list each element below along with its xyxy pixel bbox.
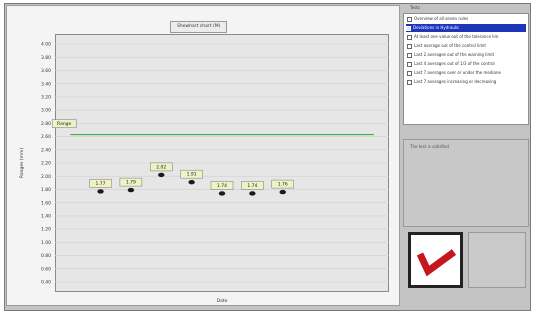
data-point	[97, 189, 104, 194]
data-label: 1.76	[278, 182, 288, 188]
data-label: 1.74	[217, 183, 227, 189]
test-label: Last 4 averages out of 1/3 of the contro…	[414, 61, 495, 66]
data-label: 1.79	[126, 180, 136, 186]
tests-list[interactable]: Overview of all seven rules Deviations in…	[403, 13, 529, 125]
y-tick-label: 3.20	[41, 94, 51, 100]
test-checkbox[interactable]	[407, 52, 412, 58]
test-checkbox[interactable]	[407, 16, 412, 22]
test-item[interactable]: At least one value out of the tolerance …	[407, 33, 498, 41]
range-label: Range	[57, 121, 71, 127]
y-tick-label: 2.80	[41, 121, 51, 127]
y-tick-label: 0.40	[41, 280, 51, 286]
test-label: Last average out of the control limit	[414, 43, 486, 48]
y-tick-label: 0.60	[41, 266, 51, 272]
data-label: 1.91	[187, 172, 197, 178]
test-checkbox[interactable]	[407, 79, 412, 85]
tests-header: Tests	[410, 5, 420, 10]
test-checkbox[interactable]	[407, 34, 412, 40]
y-tick-label: 3.00	[41, 108, 51, 114]
test-label: Last 7 averages increasing or decreasing	[414, 79, 497, 84]
check-icon	[416, 249, 457, 277]
y-tick-label: 4.00	[41, 42, 51, 48]
y-tick-label: 1.20	[41, 227, 51, 233]
data-point	[279, 189, 286, 195]
test-label: At least one value out of the tolerance …	[414, 34, 499, 39]
y-tick-label: 3.80	[41, 55, 51, 61]
result-text-box: The test is satisfied	[403, 139, 529, 227]
test-checkbox[interactable]	[407, 43, 412, 49]
test-label: Deviations in Hydraulic	[413, 25, 460, 30]
y-tick-label: 1.00	[41, 240, 51, 246]
secondary-status-box	[468, 232, 526, 288]
y-axis-label: Ranges (mm)	[19, 148, 25, 179]
test-label: Overview of all seven rules	[414, 16, 469, 21]
y-tick-label: 2.40	[41, 147, 51, 153]
test-label: Last 7 averages over or under the median…	[414, 70, 501, 75]
data-point	[127, 187, 135, 193]
data-label: 1.74	[247, 183, 257, 189]
y-tick-label: 2.20	[41, 161, 51, 167]
test-label: Last 2 averages out of the warning limit	[414, 52, 495, 57]
data-point	[249, 191, 256, 196]
status-indicator	[408, 232, 463, 288]
test-item[interactable]: Last average out of the control limit	[407, 42, 486, 50]
test-item[interactable]: Overview of all seven rules	[407, 15, 468, 23]
test-checkbox[interactable]	[407, 61, 412, 67]
result-text: The test is satisfied	[410, 144, 449, 149]
y-tick-label: 1.60	[41, 200, 51, 206]
y-tick-label: 2.60	[41, 134, 51, 140]
test-item[interactable]: Last 4 averages out of 1/3 of the contro…	[407, 60, 495, 68]
test-item[interactable]: Last 2 averages out of the warning limit	[407, 51, 494, 59]
test-item[interactable]: Last 7 averages increasing or decreasing	[407, 78, 496, 86]
y-tick-label: 1.80	[41, 187, 51, 193]
y-tick-label: 1.40	[41, 213, 51, 219]
y-tick-label: 3.40	[41, 81, 51, 87]
test-checkbox[interactable]	[406, 25, 411, 31]
test-item[interactable]: Last 7 averages over or under the median…	[407, 69, 501, 77]
y-tick-label: 0.80	[41, 253, 51, 259]
data-label: 2.02	[156, 164, 166, 170]
data-point	[188, 179, 195, 185]
data-label: 1.77	[96, 181, 106, 187]
x-axis-label: Date	[217, 298, 228, 304]
test-checkbox[interactable]	[407, 70, 412, 76]
data-point	[158, 172, 165, 178]
shewhart-chart: 4.00 3.80 3.60 3.40 3.20 3.00 2.80 2.60 2.40 2.20…	[19, 42, 389, 304]
y-tick-label: 3.60	[41, 68, 51, 74]
chart-panel: Shewhart chart (M) 4.00 3.80 3.60 3.40 3.20 3…	[6, 5, 400, 306]
test-item[interactable]: Deviations in Hydraulic	[406, 24, 526, 32]
y-tick-label: 2.00	[41, 174, 51, 180]
data-point	[218, 191, 226, 196]
